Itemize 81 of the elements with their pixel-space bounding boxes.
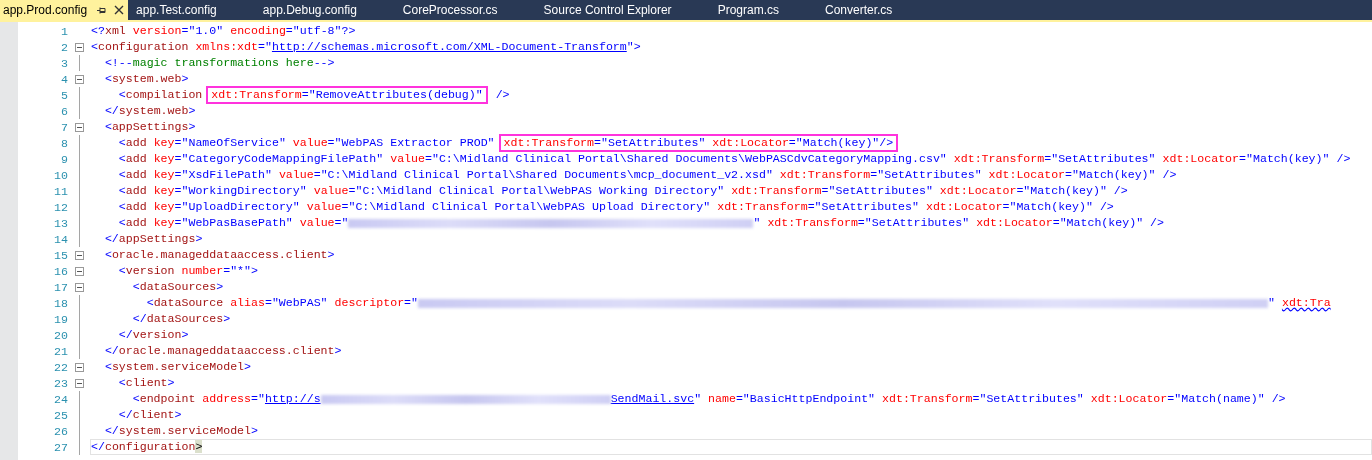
line-number: 6 [60, 104, 68, 118]
collapse-icon[interactable] [74, 250, 84, 260]
document-tab[interactable]: app.Test.config [132, 0, 259, 20]
line-number: 12 [53, 200, 68, 214]
line-number: 23 [53, 376, 68, 390]
line-number: 17 [53, 280, 68, 294]
document-tab[interactable]: app.Debug.config [258, 0, 399, 20]
collapse-icon[interactable] [74, 362, 84, 372]
code-text: /> [494, 88, 510, 102]
line-number: 11 [53, 184, 68, 198]
code-text: <!--magic transformations here--> [103, 56, 335, 70]
line-number: 5 [60, 88, 68, 102]
code-text: <compilation [117, 88, 203, 102]
collapse-icon[interactable] [74, 42, 84, 52]
code-text: </system.web> [103, 104, 196, 118]
code-text: <system.serviceModel> [103, 360, 252, 374]
code-text: <add key="NameOfService" value="WebPAS Extractor PROD" [117, 136, 495, 150]
code-link[interactable]: SendMail.svc [610, 392, 695, 406]
code-text: <version number="*"> [117, 264, 258, 278]
code-text: <system.web> [103, 72, 189, 86]
code-text: <add key="CategoryCodeMappingFilePath" value="C:\Midland Clinical Portal\Shared Documents\WebPASCdvCategoryMapping.csv" xdt:Transform="SetAttributes" xdt:Locator="Match(key)" /> [117, 152, 1351, 166]
pin-icon[interactable] [97, 5, 107, 15]
line-number: 9 [60, 152, 68, 166]
code-text: <client> [117, 376, 175, 390]
code-text: "> [626, 40, 641, 54]
code-text: <dataSources> [131, 280, 224, 294]
line-number: 21 [53, 344, 68, 358]
code-text: <oracle.manageddataaccess.client> [103, 248, 335, 262]
line-number: 7 [60, 120, 68, 134]
line-number: 10 [53, 168, 68, 182]
line-number: 18 [53, 296, 68, 310]
collapse-icon[interactable] [74, 122, 84, 132]
code-text: </system.serviceModel> [103, 424, 258, 438]
code-text: xdt:Transform="RemoveAttributes(debug)" [211, 88, 483, 101]
line-number: 4 [60, 72, 68, 86]
code-text: </configuration> [91, 440, 203, 454]
document-tab[interactable]: CoreProcessor.cs [398, 0, 540, 20]
document-tab[interactable]: Source Control Explorer [539, 0, 714, 20]
code-text: <add key="WebPasBasePath" value=" [117, 216, 349, 230]
line-number: 15 [53, 248, 68, 262]
code-text: <configuration xmlns:xdt=" [91, 40, 272, 54]
line-number: 20 [53, 328, 68, 342]
line-number: 24 [53, 392, 68, 406]
line-number: 22 [53, 360, 68, 374]
code-text: </dataSources> [131, 312, 231, 326]
document-tab[interactable]: Program.cs [713, 0, 821, 20]
collapse-icon[interactable] [74, 378, 84, 388]
code-link[interactable]: http://schemas.microsoft.com/XML-Document-Transform [271, 40, 627, 54]
line-number: 19 [53, 312, 68, 326]
line-number: 27 [53, 440, 68, 454]
code-text: <appSettings> [103, 120, 196, 134]
code-text: <add key="WorkingDirectory" value="C:\Midland Clinical Portal\WebPAS Working Directory" xdt:Transform="SetAttributes" xdt:Locator="Match(key)" /> [117, 184, 1128, 198]
line-number: 3 [60, 56, 68, 70]
collapse-icon[interactable] [74, 282, 84, 292]
line-number: 2 [60, 40, 68, 54]
code-text: " xdt:Tra [1268, 296, 1331, 310]
line-number: 25 [53, 408, 68, 422]
line-number: 1 [60, 24, 68, 38]
code-text: </client> [117, 408, 182, 422]
code-text: <add key="UploadDirectory" value="C:\Midland Clinical Portal\WebPAS Upload Directory" xdt:Transform="SetAttributes" xdt:Locator="Match(key)" /> [117, 200, 1114, 214]
code-text: <endpoint address=" [131, 392, 265, 406]
line-number: 13 [53, 216, 68, 230]
code-text: </appSettings> [103, 232, 203, 246]
code-text: <dataSource alias="WebPAS" descriptor=" [145, 296, 419, 310]
document-tab[interactable]: app.Prod.config [0, 0, 129, 20]
line-number: 14 [53, 232, 68, 246]
collapse-icon[interactable] [74, 74, 84, 84]
code-text: <?xml version="1.0" encoding="utf-8"?> [91, 24, 356, 38]
code-text: </version> [117, 328, 189, 342]
close-icon[interactable] [114, 5, 125, 15]
code-text: " name="BasicHttpEndpoint" xdt:Transform="SetAttributes" xdt:Locator="Match(name)" /> [694, 392, 1286, 406]
code-text: " xdt:Transform="SetAttributes" xdt:Locator="Match(key)" /> [753, 216, 1164, 230]
line-number: 16 [53, 264, 68, 278]
document-tab[interactable]: Converter.cs [821, 0, 935, 20]
line-number: 26 [53, 424, 68, 438]
code-text: <add key="XsdFilePath" value="C:\Midland Clinical Portal\Shared Documents\mcp_document_v2.xsd" xdt:Transform="SetAttributes" xdt:Locator="Match(key)" /> [117, 168, 1177, 182]
collapse-icon[interactable] [74, 266, 84, 276]
line-number: 8 [60, 136, 68, 150]
code-link[interactable]: http://s [264, 392, 321, 406]
code-text: xdt:Transform="SetAttributes" xdt:Locator="Match(key)"/> [503, 136, 894, 149]
code-text: </oracle.manageddataaccess.client> [103, 344, 342, 358]
